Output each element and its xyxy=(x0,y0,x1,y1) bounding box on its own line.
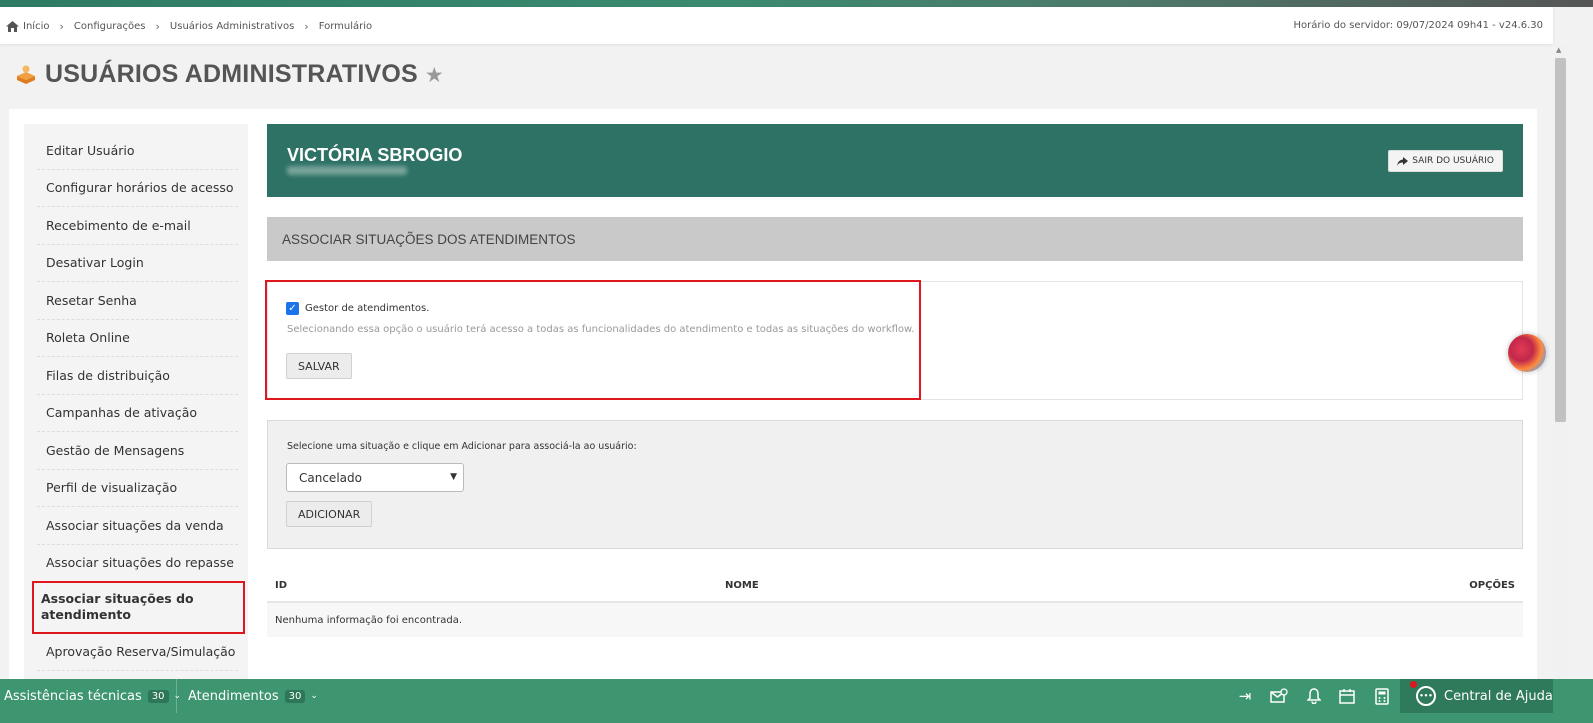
assistencias-count: 30 xyxy=(147,689,169,703)
column-id: ID xyxy=(275,580,288,591)
atendimentos-label: Atendimentos xyxy=(188,688,279,704)
breadcrumb-bar: Início › Configurações › Usuários Admini… xyxy=(0,7,1553,44)
favorite-star-icon[interactable]: ★ xyxy=(425,63,444,87)
breadcrumb: Início › Configurações › Usuários Admini… xyxy=(6,20,372,33)
associate-label: Selecione uma situação e clique em Adici… xyxy=(287,441,637,452)
situacao-select-value: Cancelado xyxy=(299,470,362,485)
breadcrumb-home[interactable]: Início xyxy=(23,21,49,32)
sidebar-item-situacoes-repasse[interactable]: Associar situações do repasse xyxy=(37,545,238,582)
sidebar-item-situacoes-atendimento[interactable]: Associar situações do atendimento xyxy=(32,581,245,634)
sidebar-item-gestao-mensagens[interactable]: Gestão de Mensagens xyxy=(37,432,238,470)
share-arrow-icon xyxy=(1397,156,1409,166)
chevron-right-icon: › xyxy=(59,20,64,33)
table-header: ID NOME OPÇÕES xyxy=(267,573,1523,603)
highlight-frame xyxy=(265,280,921,400)
empty-message: Nenhuma informação foi encontrada. xyxy=(275,615,463,626)
section-header: ASSOCIAR SITUAÇÕES DOS ATENDIMENTOS xyxy=(267,217,1523,261)
gestor-checkbox-label: Gestor de atendimentos. xyxy=(305,303,430,314)
sidebar-item-horarios-acesso[interactable]: Configurar horários de acesso xyxy=(37,170,238,207)
calendar-icon[interactable] xyxy=(1337,686,1357,706)
situacao-select[interactable]: Cancelado ▼ xyxy=(286,463,464,492)
notification-dot xyxy=(1410,681,1417,688)
bottom-bar: Assistências técnicas 30 ⌄ Atendimentos … xyxy=(0,679,1593,723)
page-header: USUÁRIOS ADMINISTRATIVOS ★ xyxy=(14,60,444,89)
sidebar-item-editar-usuario[interactable]: Editar Usuário xyxy=(37,132,238,170)
sidebar-item-campanhas-ativacao[interactable]: Campanhas de ativação xyxy=(37,395,238,432)
collapse-right-icon[interactable]: ⇥ xyxy=(1235,686,1255,706)
user-email-blurred xyxy=(287,166,407,175)
scrollbar-thumb[interactable] xyxy=(1555,58,1566,422)
chevron-down-icon: ⌄ xyxy=(310,691,318,701)
help-center-button[interactable]: ••• Central de Ajuda xyxy=(1400,679,1553,713)
home-icon[interactable] xyxy=(6,21,19,32)
assistencias-label: Assistências técnicas xyxy=(4,688,142,704)
logout-user-button[interactable]: SAIR DO USUÁRIO xyxy=(1388,150,1503,172)
add-button[interactable]: ADICIONAR xyxy=(286,501,373,527)
gestor-checkbox[interactable]: ✓ xyxy=(286,302,299,315)
calculator-icon[interactable] xyxy=(1372,686,1392,706)
breadcrumb-formulario: Formulário xyxy=(318,21,373,32)
sidebar-item-perfil-visualizacao[interactable]: Perfil de visualização xyxy=(37,470,238,507)
breadcrumb-usuarios[interactable]: Usuários Administrativos xyxy=(170,21,294,32)
save-button[interactable]: SALVAR xyxy=(286,353,352,379)
table-row: Nenhuma informação foi encontrada. xyxy=(267,603,1523,637)
chevron-down-icon: ⌄ xyxy=(173,691,182,701)
sidebar-item-situacoes-venda[interactable]: Associar situações da venda xyxy=(37,507,238,545)
bell-icon[interactable] xyxy=(1304,686,1324,706)
chat-bubble-icon[interactable] xyxy=(1508,334,1546,372)
bottombar-assistencias[interactable]: Assistências técnicas 30 ⌄ xyxy=(4,679,181,713)
scroll-up-icon[interactable]: ▲ xyxy=(1556,46,1561,54)
sidebar-item-desativar-login[interactable]: Desativar Login xyxy=(37,245,238,282)
sidebar-item-aprovacao-reserva[interactable]: Aprovação Reserva/Simulação xyxy=(37,633,238,671)
server-time: Horário do servidor: 09/07/2024 09h41 - … xyxy=(1293,20,1543,31)
help-center-label: Central de Ajuda xyxy=(1444,688,1553,704)
bottombar-divider xyxy=(176,679,177,713)
column-nome: NOME xyxy=(725,580,759,591)
chat-dots-icon: ••• xyxy=(1416,686,1436,706)
bottombar-atendimentos[interactable]: Atendimentos 30 ⌄ xyxy=(188,679,318,713)
sidebar-item-filas-distribuicao[interactable]: Filas de distribuição xyxy=(37,357,238,395)
user-name: VICTÓRIA SBROGIO xyxy=(287,145,463,165)
sidebar-item-roleta-online[interactable]: Roleta Online xyxy=(37,320,238,357)
users-admin-icon xyxy=(17,65,35,84)
sidebar-item-resetar-senha[interactable]: Resetar Senha xyxy=(37,282,238,320)
sidebar-item-recebimento-email[interactable]: Recebimento de e-mail xyxy=(37,207,238,245)
mail-settings-icon[interactable] xyxy=(1269,686,1289,706)
gestor-help-text: Selecionando essa opção o usuário terá a… xyxy=(287,324,915,335)
page-title: USUÁRIOS ADMINISTRATIVOS xyxy=(45,60,418,88)
breadcrumb-configuracoes[interactable]: Configurações xyxy=(74,21,146,32)
situacoes-table: ID NOME OPÇÕES Nenhuma informação foi en… xyxy=(267,573,1523,637)
section-title: ASSOCIAR SITUAÇÕES DOS ATENDIMENTOS xyxy=(282,232,576,247)
chevron-right-icon: › xyxy=(155,20,160,33)
sidebar-menu: Editar Usuário Configurar horários de ac… xyxy=(24,124,248,684)
gestor-checkbox-row[interactable]: ✓ Gestor de atendimentos. xyxy=(286,302,429,315)
chevron-down-icon: ▼ xyxy=(450,472,457,482)
atendimentos-count: 30 xyxy=(284,689,306,703)
user-header: VICTÓRIA SBROGIO SAIR DO USUÁRIO xyxy=(267,124,1523,197)
logout-user-label: SAIR DO USUÁRIO xyxy=(1412,156,1494,166)
column-opcoes: OPÇÕES xyxy=(1469,580,1515,591)
chevron-right-icon: › xyxy=(304,20,309,33)
top-accent-strip xyxy=(0,0,1593,7)
